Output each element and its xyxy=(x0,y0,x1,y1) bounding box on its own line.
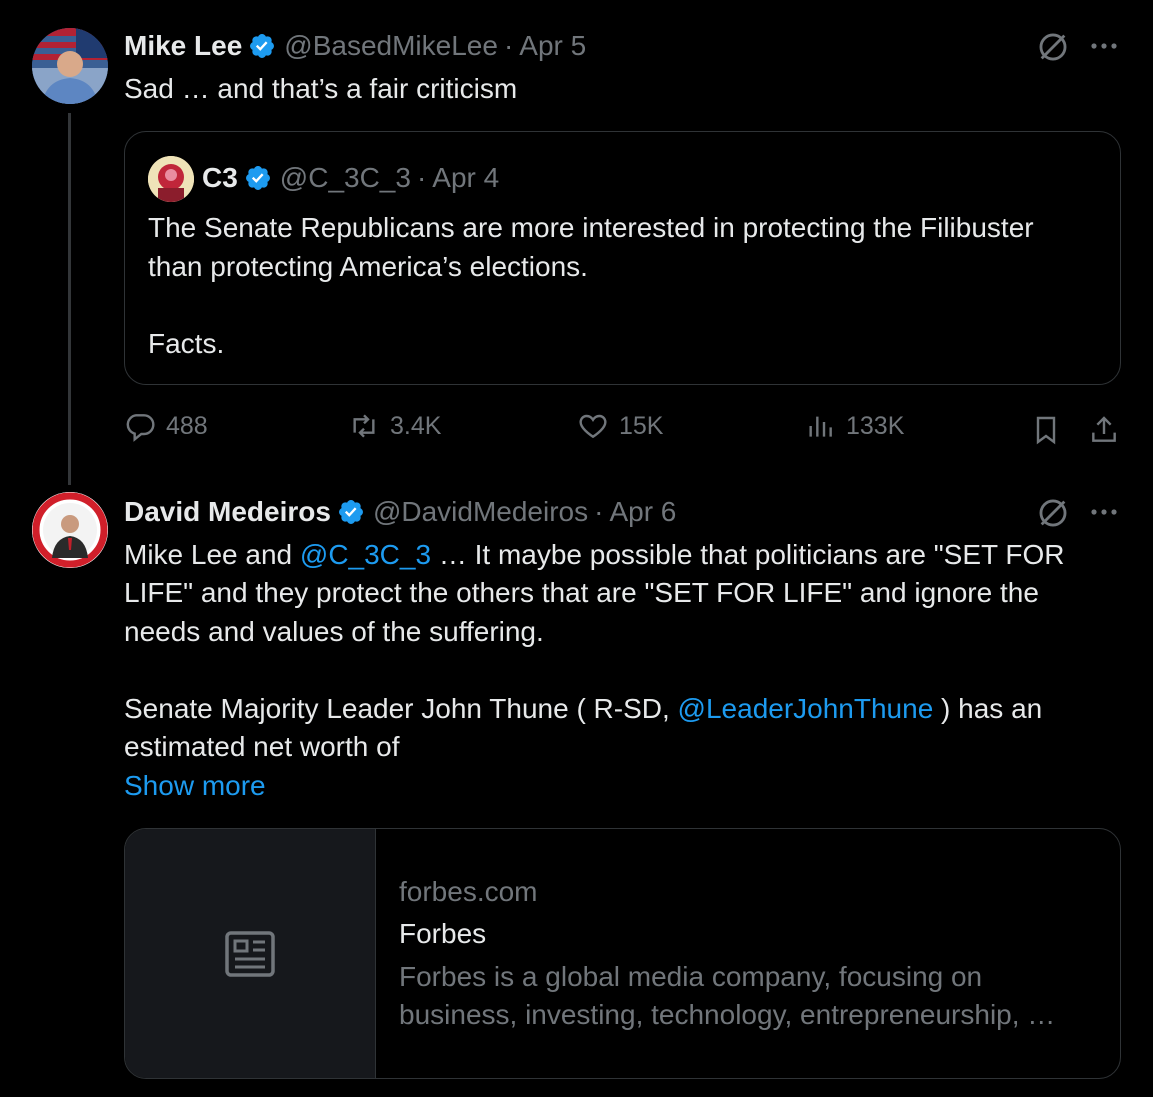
tweet1-author-name[interactable]: Mike Lee xyxy=(124,30,242,62)
views-count: 133K xyxy=(846,411,905,440)
quote-separator: · xyxy=(416,162,427,193)
tweet2-header: David Medeiros @DavidMedeiros · Apr 6 xyxy=(124,494,676,530)
grok-icon[interactable] xyxy=(1036,30,1070,64)
tweet2-text-line3: needs and values of the suffering. xyxy=(124,616,544,647)
views-button[interactable]: 133K xyxy=(804,410,904,442)
reply-icon xyxy=(126,414,155,442)
like-button[interactable]: 15K xyxy=(577,410,663,442)
card-description-line2: business, investing, technology, entrepr… xyxy=(399,999,1056,1030)
tweet2-text-line4: Senate Majority Leader John Thune ( R-SD… xyxy=(124,690,1042,729)
quote-author-name[interactable]: C3 xyxy=(202,162,238,194)
verified-icon xyxy=(245,166,270,190)
tweet1-actions: 488 3.4K 15K 133K xyxy=(124,410,1121,450)
quote-text-line2: than protecting America’s elections. xyxy=(148,251,588,282)
tweet2-separator: · xyxy=(594,496,604,527)
repost-icon xyxy=(353,414,375,438)
heart-icon xyxy=(579,414,607,439)
verified-icon xyxy=(250,34,275,58)
mention-leaderjohnthune[interactable]: @LeaderJohnThune xyxy=(678,693,934,724)
show-more-link[interactable]: Show more xyxy=(124,767,266,806)
more-icon[interactable] xyxy=(1088,34,1120,58)
tweet1-handle[interactable]: @BasedMikeLee xyxy=(284,30,498,62)
tweet1-text: Sad … and that’s a fair criticism xyxy=(124,73,518,104)
grok-icon[interactable] xyxy=(1036,496,1070,530)
reply-button[interactable]: 488 xyxy=(124,410,208,442)
david-medeiros-avatar[interactable] xyxy=(32,492,108,568)
article-icon xyxy=(225,931,275,977)
card-domain: forbes.com xyxy=(399,876,538,907)
tweet2-line4-prefix: Senate Majority Leader John Thune ( R-SD… xyxy=(124,693,678,724)
tweet2-text-line5: estimated net worth of xyxy=(124,731,400,762)
tweet2-author-name[interactable]: David Medeiros xyxy=(124,496,331,528)
bookmark-icon[interactable] xyxy=(1030,414,1062,446)
card-description-line1: Forbes is a global media company, focusi… xyxy=(399,961,983,992)
tweet1-separator: · xyxy=(503,30,514,61)
quote-date[interactable]: Apr 4 xyxy=(432,162,499,194)
share-icon[interactable] xyxy=(1088,414,1120,446)
mike-lee-avatar[interactable] xyxy=(32,28,108,104)
thread-line xyxy=(68,113,71,485)
tweet2-line1-prefix: Mike Lee and xyxy=(124,539,300,570)
views-icon xyxy=(809,416,832,437)
quote-header: C3 @C_3C_3 · Apr 4 xyxy=(202,160,499,196)
tweet1-header: Mike Lee @BasedMikeLee · Apr 5 xyxy=(124,28,586,64)
tweet2-text-line1: Mike Lee and @C_3C_3 … It maybe possible… xyxy=(124,536,1065,575)
tweet1-date[interactable]: Apr 5 xyxy=(519,30,586,62)
repost-button[interactable]: 3.4K xyxy=(348,410,441,442)
repost-count: 3.4K xyxy=(390,411,442,440)
quote-text-line1: The Senate Republicans are more interest… xyxy=(148,212,1034,243)
tweet2-handle[interactable]: @DavidMedeiros xyxy=(373,496,588,528)
card-thumbnail xyxy=(125,829,376,1078)
tweet2-line1-suffix: … It maybe possible that politicians are… xyxy=(431,539,1065,570)
quoted-tweet[interactable]: C3 @C_3C_3 · Apr 4 The Senate Republican… xyxy=(124,131,1121,385)
tweet2-date[interactable]: Apr 6 xyxy=(609,496,676,528)
like-count: 15K xyxy=(619,411,664,440)
quote-handle[interactable]: @C_3C_3 xyxy=(280,162,411,194)
link-card[interactable]: forbes.com Forbes Forbes is a global med… xyxy=(124,828,1121,1079)
c3-avatar[interactable] xyxy=(148,156,194,202)
tweet2-line4-suffix: ) has an xyxy=(933,693,1043,724)
reply-count: 488 xyxy=(166,411,208,440)
quote-text-line3: Facts. xyxy=(148,328,225,359)
more-icon[interactable] xyxy=(1088,500,1120,524)
card-title: Forbes xyxy=(399,918,487,949)
mention-c3[interactable]: @C_3C_3 xyxy=(300,539,431,570)
tweet2-text-line2: LIFE" and they protect the others that a… xyxy=(124,577,1039,608)
verified-icon xyxy=(338,500,363,524)
